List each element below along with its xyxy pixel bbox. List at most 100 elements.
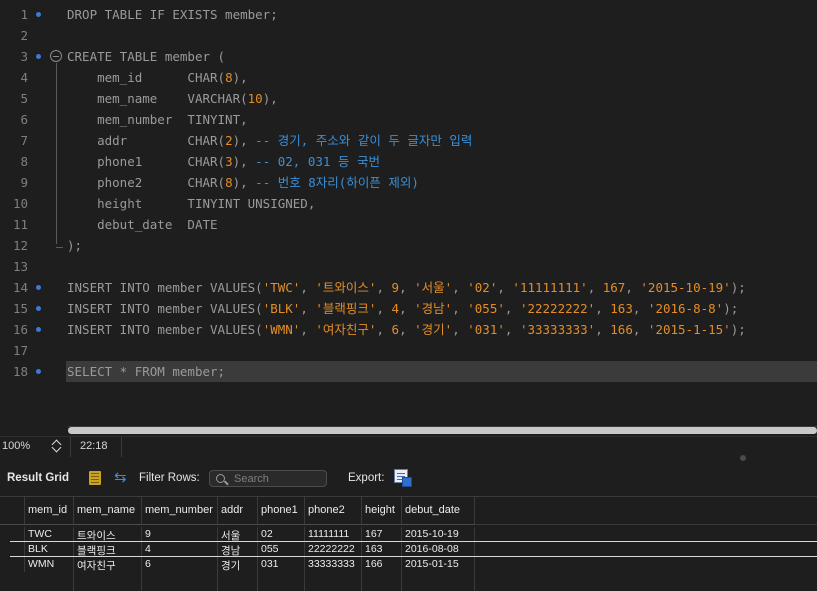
code-line[interactable]: 1 DROP TABLE IF EXISTS member;	[0, 4, 817, 25]
code-token: (	[255, 322, 263, 337]
table-cell[interactable]: WMN	[25, 557, 74, 572]
code-token: CHAR	[187, 154, 218, 169]
code-text[interactable]: debut_date DATE	[67, 214, 217, 235]
code-line[interactable]: 8 phone1 CHAR(3), -- 02, 031 등 국번	[0, 151, 817, 172]
code-text[interactable]: INSERT INTO member VALUES('WMN', '여자친구',…	[67, 319, 746, 340]
table-cell[interactable]: 166	[362, 557, 402, 572]
code-text[interactable]: mem_id CHAR(8),	[67, 67, 248, 88]
table-cell[interactable]: 2016-08-08	[402, 542, 475, 557]
row-selector[interactable]	[0, 527, 25, 542]
export-icon[interactable]	[394, 469, 412, 487]
table-cell[interactable]: 2015-01-15	[402, 557, 475, 572]
panel-resize-handle[interactable]	[740, 455, 746, 461]
code-line[interactable]: 7 addr CHAR(2), -- 경기, 주소와 같이 두 글자만 입력	[0, 130, 817, 151]
code-text[interactable]: height TINYINT UNSIGNED,	[67, 193, 315, 214]
code-line[interactable]: 16 INSERT INTO member VALUES('WMN', '여자친구…	[0, 319, 817, 340]
code-token: ,	[300, 280, 316, 295]
scrollbar-thumb[interactable]	[68, 427, 817, 434]
column-header[interactable]: mem_id	[25, 497, 74, 524]
table-cell[interactable]: 서울	[218, 527, 258, 542]
statement-marker-icon[interactable]	[36, 306, 41, 311]
table-cell[interactable]: BLK	[25, 542, 74, 557]
column-header[interactable]: height	[362, 497, 402, 524]
table-cell[interactable]: 블랙핑크	[74, 542, 142, 557]
code-line[interactable]: 13	[0, 256, 817, 277]
code-line[interactable]: 12);	[0, 235, 817, 256]
table-cell[interactable]: 2015-10-19	[402, 527, 475, 542]
code-token: ,	[595, 322, 611, 337]
fold-collapse-icon[interactable]	[50, 50, 62, 62]
code-line[interactable]: 6 mem_number TINYINT,	[0, 109, 817, 130]
result-grid-tab[interactable]: Result Grid	[7, 472, 69, 484]
table-cell[interactable]: 031	[258, 557, 305, 572]
code-token: mem_number	[67, 112, 188, 127]
code-text[interactable]: DROP TABLE IF EXISTS member;	[67, 4, 278, 25]
column-header[interactable]: debut_date	[402, 497, 475, 524]
table-cell[interactable]: 경기	[218, 557, 258, 572]
table-cell[interactable]: 트와이스	[74, 527, 142, 542]
code-line[interactable]: 14 INSERT INTO member VALUES('TWC', '트와이스…	[0, 277, 817, 298]
code-text[interactable]: CREATE TABLE member (	[67, 46, 225, 67]
filter-search-box[interactable]	[209, 470, 327, 487]
filter-search-input[interactable]	[234, 472, 324, 486]
code-token: ,	[376, 280, 392, 295]
column-header[interactable]: mem_number	[142, 497, 218, 524]
code-line[interactable]: 18 SELECT * FROM member;	[0, 361, 817, 382]
table-cell[interactable]: 여자친구	[74, 557, 142, 572]
table-cell[interactable]: 4	[142, 542, 218, 557]
code-line[interactable]: 9 phone2 CHAR(8), -- 번호 8자리(하이픈 제외)	[0, 172, 817, 193]
code-text[interactable]: mem_number TINYINT,	[67, 109, 248, 130]
code-line[interactable]: 10 height TINYINT UNSIGNED,	[0, 193, 817, 214]
code-line[interactable]: 4 mem_id CHAR(8),	[0, 67, 817, 88]
code-text[interactable]: phone2 CHAR(8), -- 번호 8자리(하이픈 제외)	[67, 172, 419, 193]
column-header[interactable]: phone1	[258, 497, 305, 524]
code-line[interactable]: 5 mem_name VARCHAR(10),	[0, 88, 817, 109]
code-text[interactable]: );	[67, 235, 82, 256]
table-cell[interactable]: 02	[258, 527, 305, 542]
table-cell[interactable]: 163	[362, 542, 402, 557]
table-row[interactable]: TWC 트와이스 9 서울 02 11111111 167 2015-10-19	[0, 527, 817, 542]
zoom-level[interactable]: 100%	[2, 440, 30, 452]
table-cell[interactable]: 055	[258, 542, 305, 557]
grid-view-icon[interactable]	[89, 471, 101, 485]
table-row[interactable]: BLK 블랙핑크 4 경남 055 22222222 163 2016-08-08	[0, 542, 817, 557]
statement-marker-icon[interactable]	[36, 12, 41, 17]
code-line[interactable]: 17	[0, 340, 817, 361]
code-text[interactable]: SELECT * FROM member;	[67, 361, 225, 382]
table-cell[interactable]: 경남	[218, 542, 258, 557]
code-text[interactable]: phone1 CHAR(3), -- 02, 031 등 국번	[67, 151, 380, 172]
row-selector[interactable]	[0, 557, 25, 572]
column-header[interactable]: mem_name	[74, 497, 142, 524]
code-line[interactable]: 3 CREATE TABLE member (	[0, 46, 817, 67]
table-row[interactable]: WMN 여자친구 6 경기 031 33333333 166 2015-01-15	[0, 557, 817, 572]
table-cell[interactable]: TWC	[25, 527, 74, 542]
column-divider	[474, 572, 475, 591]
sql-editor[interactable]: 1 DROP TABLE IF EXISTS member; 2 3 CREATE TA…	[0, 0, 817, 438]
result-grid[interactable]: mem_id mem_name mem_number addr phone1 phone2…	[0, 496, 817, 591]
code-text[interactable]: addr CHAR(2), -- 경기, 주소와 같이 두 글자만 입력	[67, 130, 472, 151]
statement-marker-icon[interactable]	[36, 285, 41, 290]
statement-marker-icon[interactable]	[36, 54, 41, 59]
table-cell[interactable]: 33333333	[305, 557, 362, 572]
code-line[interactable]: 2	[0, 25, 817, 46]
code-text[interactable]: INSERT INTO member VALUES('BLK', '블랙핑크',…	[67, 298, 738, 319]
table-cell[interactable]: 11111111	[305, 527, 362, 542]
horizontal-scrollbar[interactable]	[68, 426, 817, 434]
code-token: 'BLK'	[262, 301, 301, 316]
statement-marker-icon[interactable]	[36, 369, 41, 374]
statement-marker-icon[interactable]	[36, 327, 41, 332]
table-cell[interactable]: 6	[142, 557, 218, 572]
table-cell[interactable]: 9	[142, 527, 218, 542]
code-token: member	[149, 301, 211, 316]
code-line[interactable]: 11 debut_date DATE	[0, 214, 817, 235]
refresh-icon[interactable]: ⇆	[114, 470, 130, 485]
table-cell[interactable]: 22222222	[305, 542, 362, 557]
code-text[interactable]: INSERT INTO member VALUES('TWC', '트와이스',…	[67, 277, 746, 298]
column-header[interactable]: addr	[218, 497, 258, 524]
row-selector[interactable]	[0, 542, 25, 557]
code-text[interactable]: mem_name VARCHAR(10),	[67, 88, 278, 109]
table-cell[interactable]: 167	[362, 527, 402, 542]
code-line[interactable]: 15 INSERT INTO member VALUES('BLK', '블랙핑크…	[0, 298, 817, 319]
column-header[interactable]: phone2	[305, 497, 362, 524]
zoom-stepper-icon[interactable]	[50, 438, 64, 454]
